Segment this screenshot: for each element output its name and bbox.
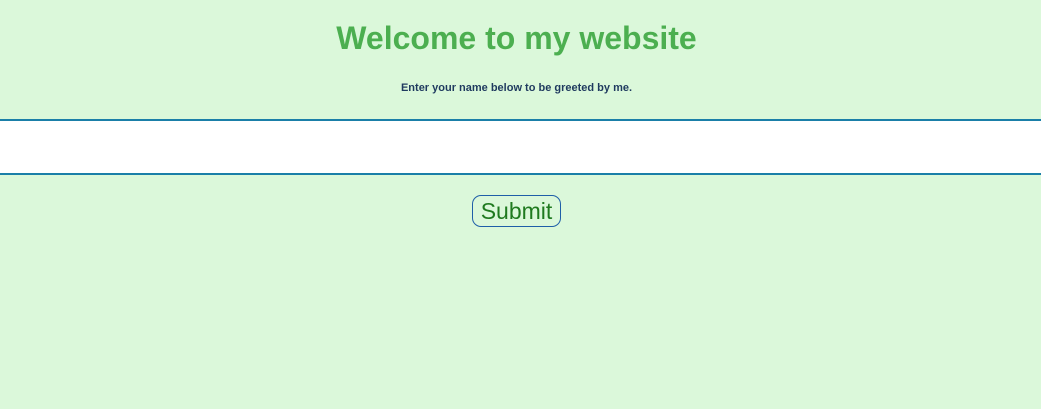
submit-button[interactable]: Submit	[472, 195, 561, 227]
page-title: Welcome to my website	[336, 20, 697, 56]
page: Welcome to my website Enter your name be…	[0, 0, 1041, 409]
name-input[interactable]	[0, 119, 1041, 175]
instructions-text: Enter your name below to be greeted by m…	[400, 82, 633, 94]
